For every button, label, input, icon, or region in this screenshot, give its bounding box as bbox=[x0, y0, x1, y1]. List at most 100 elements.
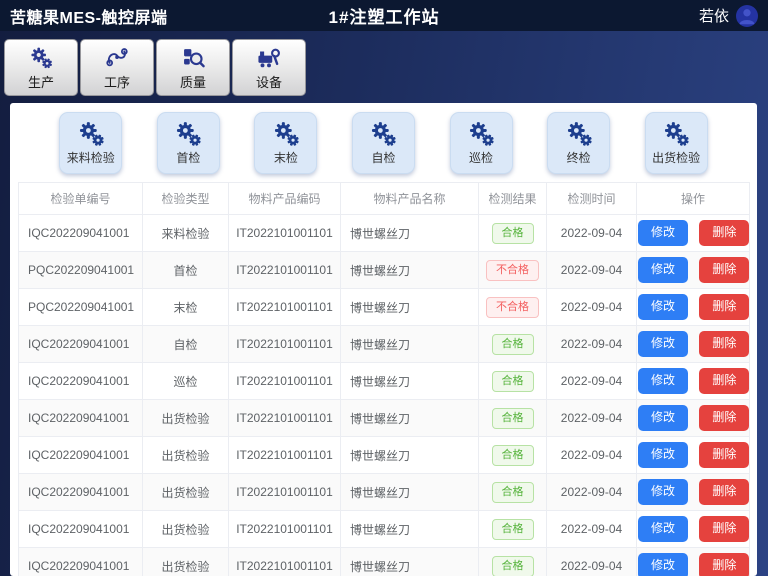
cell-actions: 修改 删除 bbox=[637, 363, 750, 400]
cell-name: 博世螺丝刀 bbox=[341, 252, 479, 289]
tab-process[interactable]: 工序 bbox=[80, 39, 154, 96]
tab-equipment[interactable]: 设备 bbox=[232, 39, 306, 96]
cell-code: IT2022101001101 bbox=[229, 363, 341, 400]
check-button-label: 终检 bbox=[567, 149, 591, 166]
cell-result: 合格 bbox=[479, 400, 547, 437]
gears-icon bbox=[271, 119, 301, 149]
cell-actions: 修改 删除 bbox=[637, 400, 750, 437]
equipment-machine-icon bbox=[255, 45, 283, 71]
app-title: 苦糖果MES-触控屏端 bbox=[10, 4, 168, 28]
tab-production[interactable]: 生产 bbox=[4, 39, 78, 96]
delete-button[interactable]: 删除 bbox=[699, 405, 749, 430]
table-row: IQC202209041001 出货检验 IT2022101001101 博世螺… bbox=[19, 400, 750, 437]
cell-type: 出货检验 bbox=[143, 400, 229, 437]
table-row: IQC202209041001 来料检验 IT2022101001101 博世螺… bbox=[19, 215, 750, 252]
edit-button[interactable]: 修改 bbox=[638, 220, 688, 245]
result-badge: 合格 bbox=[492, 334, 534, 355]
cell-order-no: PQC202209041001 bbox=[19, 289, 143, 326]
cell-date: 2022-09-04 bbox=[547, 437, 637, 474]
col-result: 检测结果 bbox=[479, 183, 547, 215]
edit-button[interactable]: 修改 bbox=[638, 479, 688, 504]
cell-result: 合格 bbox=[479, 511, 547, 548]
check-button-self[interactable]: 自检 bbox=[352, 112, 415, 174]
edit-button[interactable]: 修改 bbox=[638, 257, 688, 282]
result-badge: 合格 bbox=[492, 408, 534, 429]
cell-order-no: IQC202209041001 bbox=[19, 437, 143, 474]
edit-button[interactable]: 修改 bbox=[638, 294, 688, 319]
cell-order-no: IQC202209041001 bbox=[19, 474, 143, 511]
cell-actions: 修改 删除 bbox=[637, 215, 750, 252]
main-tabbar: 生产 工序 质量 设备 bbox=[0, 31, 768, 101]
delete-button[interactable]: 删除 bbox=[699, 331, 749, 356]
edit-button[interactable]: 修改 bbox=[638, 553, 688, 576]
delete-button[interactable]: 删除 bbox=[699, 442, 749, 467]
table-row: PQC202209041001 末检 IT2022101001101 博世螺丝刀… bbox=[19, 289, 750, 326]
cell-type: 自检 bbox=[143, 326, 229, 363]
delete-button[interactable]: 删除 bbox=[699, 516, 749, 541]
cell-type: 来料检验 bbox=[143, 215, 229, 252]
edit-button[interactable]: 修改 bbox=[638, 442, 688, 467]
result-badge: 不合格 bbox=[486, 297, 539, 318]
check-button-label: 巡检 bbox=[469, 149, 493, 166]
user-menu[interactable]: 若依 bbox=[699, 5, 758, 27]
col-actions: 操作 bbox=[637, 183, 750, 215]
col-type: 检验类型 bbox=[143, 183, 229, 215]
check-button-first[interactable]: 首检 bbox=[157, 112, 220, 174]
delete-button[interactable]: 删除 bbox=[699, 294, 749, 319]
cell-date: 2022-09-04 bbox=[547, 474, 637, 511]
check-button-label: 首检 bbox=[176, 149, 200, 166]
cell-date: 2022-09-04 bbox=[547, 363, 637, 400]
delete-button[interactable]: 删除 bbox=[699, 553, 749, 576]
check-button-shipment[interactable]: 出货检验 bbox=[645, 112, 708, 174]
cell-actions: 修改 删除 bbox=[637, 289, 750, 326]
station-title: 1#注塑工作站 bbox=[329, 3, 440, 28]
table-row: IQC202209041001 巡检 IT2022101001101 博世螺丝刀… bbox=[19, 363, 750, 400]
cell-code: IT2022101001101 bbox=[229, 511, 341, 548]
cell-order-no: IQC202209041001 bbox=[19, 363, 143, 400]
table-row: PQC202209041001 首检 IT2022101001101 博世螺丝刀… bbox=[19, 252, 750, 289]
delete-button[interactable]: 删除 bbox=[699, 257, 749, 282]
avatar[interactable] bbox=[736, 5, 758, 27]
table-row: IQC202209041001 出货检验 IT2022101001101 博世螺… bbox=[19, 437, 750, 474]
cell-result: 合格 bbox=[479, 474, 547, 511]
check-button-last[interactable]: 末检 bbox=[254, 112, 317, 174]
table-row: IQC202209041001 出货检验 IT2022101001101 博世螺… bbox=[19, 474, 750, 511]
cell-type: 出货检验 bbox=[143, 474, 229, 511]
cell-type: 出货检验 bbox=[143, 437, 229, 474]
cell-type: 首检 bbox=[143, 252, 229, 289]
tab-label: 生产 bbox=[28, 72, 54, 91]
cell-code: IT2022101001101 bbox=[229, 252, 341, 289]
tab-quality[interactable]: 质量 bbox=[156, 39, 230, 96]
cell-date: 2022-09-04 bbox=[547, 289, 637, 326]
gears-icon bbox=[661, 119, 691, 149]
edit-button[interactable]: 修改 bbox=[638, 516, 688, 541]
result-badge: 合格 bbox=[492, 556, 534, 576]
cell-result: 合格 bbox=[479, 326, 547, 363]
cell-name: 博世螺丝刀 bbox=[341, 511, 479, 548]
cell-order-no: IQC202209041001 bbox=[19, 400, 143, 437]
cell-name: 博世螺丝刀 bbox=[341, 215, 479, 252]
edit-button[interactable]: 修改 bbox=[638, 331, 688, 356]
cell-code: IT2022101001101 bbox=[229, 289, 341, 326]
table-row: IQC202209041001 出货检验 IT2022101001101 博世螺… bbox=[19, 548, 750, 576]
check-button-final[interactable]: 终检 bbox=[547, 112, 610, 174]
cell-type: 出货检验 bbox=[143, 511, 229, 548]
cell-date: 2022-09-04 bbox=[547, 215, 637, 252]
edit-button[interactable]: 修改 bbox=[638, 405, 688, 430]
cell-code: IT2022101001101 bbox=[229, 326, 341, 363]
table-row: IQC202209041001 出货检验 IT2022101001101 博世螺… bbox=[19, 511, 750, 548]
delete-button[interactable]: 删除 bbox=[699, 479, 749, 504]
delete-button[interactable]: 删除 bbox=[699, 220, 749, 245]
topbar: 苦糖果MES-触控屏端 1#注塑工作站 若依 bbox=[0, 0, 768, 31]
user-avatar-icon bbox=[736, 5, 758, 27]
delete-button[interactable]: 删除 bbox=[699, 368, 749, 393]
check-button-patrol[interactable]: 巡检 bbox=[450, 112, 513, 174]
cell-name: 博世螺丝刀 bbox=[341, 474, 479, 511]
check-button-incoming[interactable]: 来料检验 bbox=[59, 112, 122, 174]
cell-name: 博世螺丝刀 bbox=[341, 400, 479, 437]
edit-button[interactable]: 修改 bbox=[638, 368, 688, 393]
col-order-no: 检验单编号 bbox=[19, 183, 143, 215]
result-badge: 合格 bbox=[492, 519, 534, 540]
cell-actions: 修改 删除 bbox=[637, 326, 750, 363]
cell-date: 2022-09-04 bbox=[547, 400, 637, 437]
